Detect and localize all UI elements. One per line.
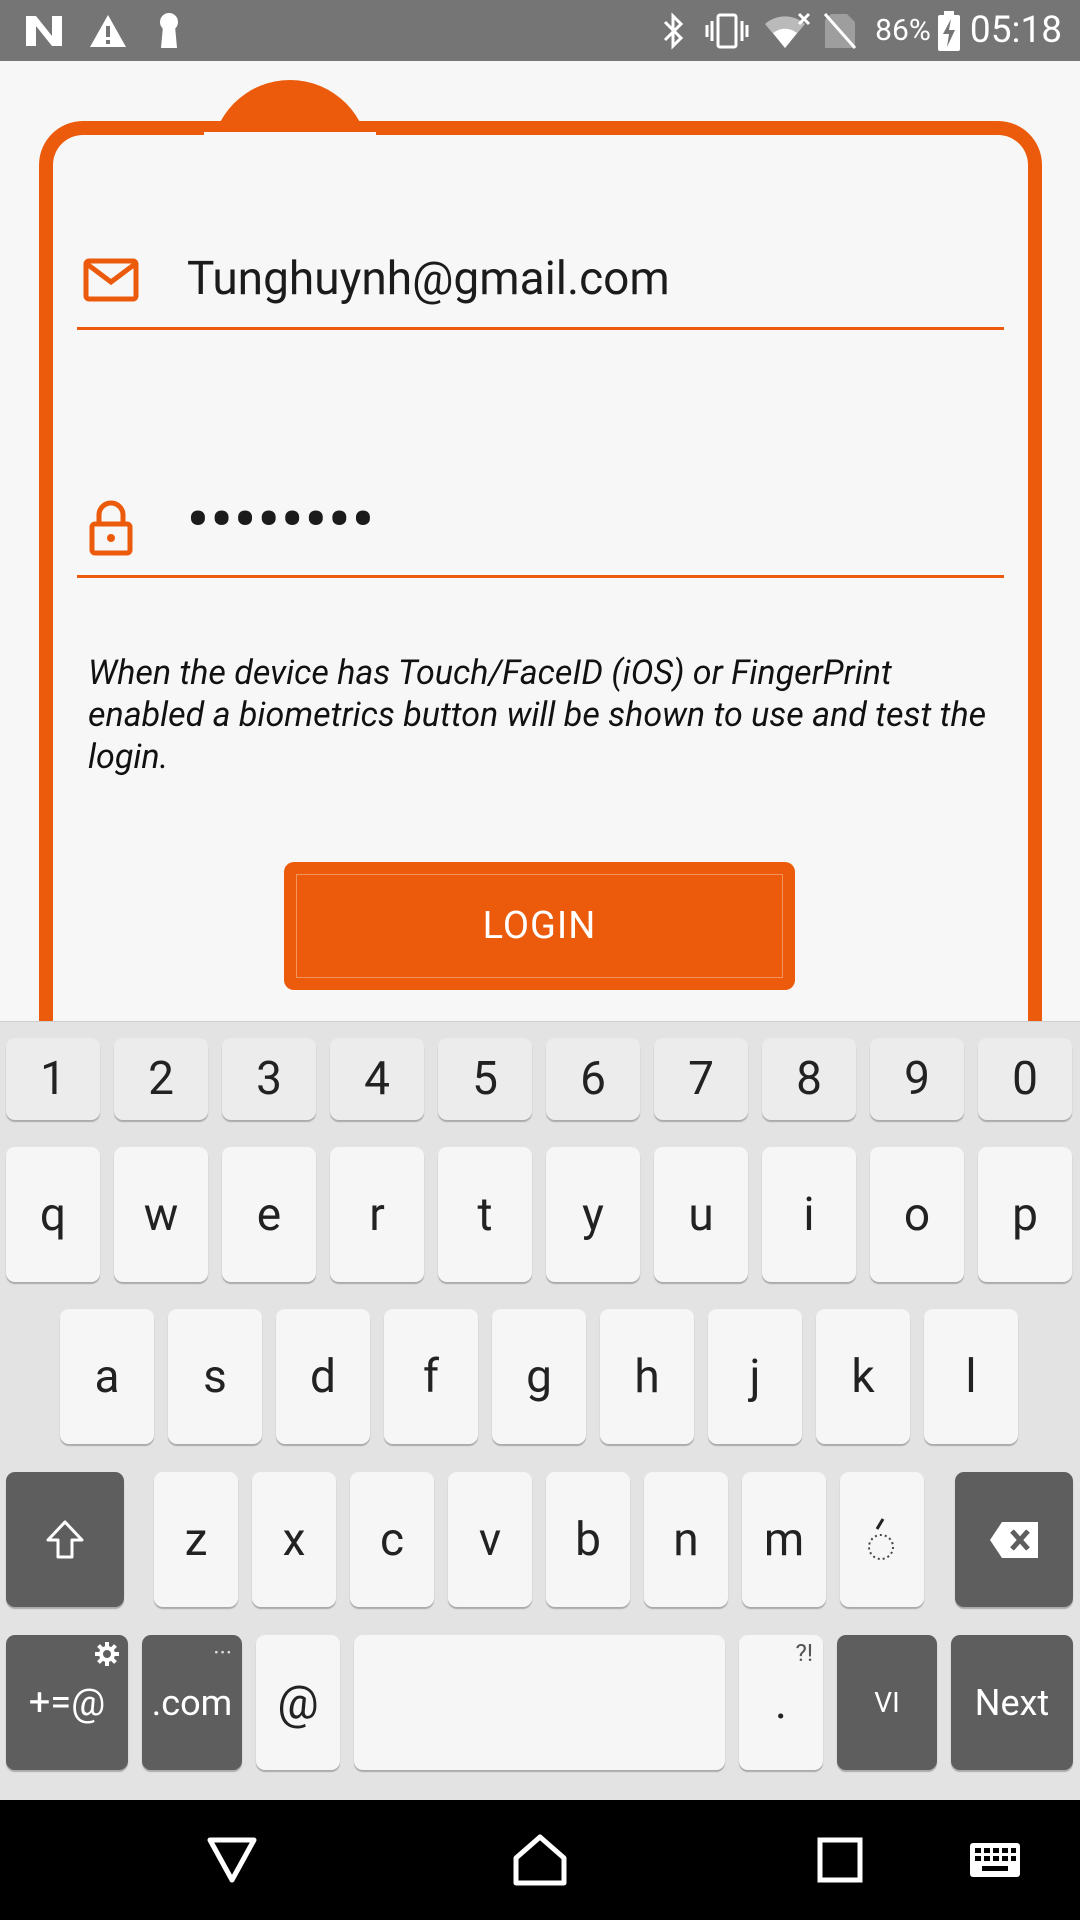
key-4[interactable]: 4 — [330, 1038, 424, 1120]
key-9[interactable]: 9 — [870, 1038, 964, 1120]
biometrics-hint: When the device has Touch/FaceID (iOS) o… — [88, 653, 987, 777]
clock: 05:18 — [969, 9, 1063, 52]
key-r[interactable]: r — [330, 1147, 424, 1282]
key-u[interactable]: u — [654, 1147, 748, 1282]
next-key[interactable]: Next — [951, 1635, 1073, 1770]
key-x[interactable]: x — [252, 1472, 336, 1607]
key-z[interactable]: z — [154, 1472, 238, 1607]
no-sim-icon — [822, 0, 858, 61]
password-value[interactable]: •••••••• — [187, 484, 376, 555]
recents-button[interactable] — [800, 1800, 880, 1920]
key-b[interactable]: b — [546, 1472, 630, 1607]
key-s[interactable]: s — [168, 1309, 262, 1444]
symbols-key[interactable]: +=@ — [6, 1635, 128, 1770]
backspace-key[interactable] — [955, 1472, 1073, 1607]
key-7[interactable]: 7 — [654, 1038, 748, 1120]
key-2[interactable]: 2 — [114, 1038, 208, 1120]
keyboard-switch-button[interactable] — [955, 1800, 1035, 1920]
key-acute-accent[interactable] — [840, 1472, 924, 1607]
key-c[interactable]: c — [350, 1472, 434, 1607]
soft-keyboard: 1 2 3 4 5 6 7 8 9 0 q w e r t y u i o p … — [0, 1021, 1080, 1800]
language-label: VI — [874, 1686, 900, 1719]
key-v[interactable]: v — [448, 1472, 532, 1607]
key-e[interactable]: e — [222, 1147, 316, 1282]
key-5[interactable]: 5 — [438, 1038, 532, 1120]
key-w[interactable]: w — [114, 1147, 208, 1282]
login-button-inner-border — [296, 874, 783, 978]
email-value[interactable]: Tunghuynh@gmail.com — [187, 252, 670, 306]
period-key[interactable]: ?! . — [739, 1635, 823, 1770]
key-0[interactable]: 0 — [978, 1038, 1072, 1120]
spacebar[interactable] — [354, 1635, 725, 1770]
dotcom-label: .com — [151, 1681, 233, 1724]
key-y[interactable]: y — [546, 1147, 640, 1282]
period-label: . — [774, 1675, 788, 1730]
next-label: Next — [974, 1681, 1050, 1724]
key-f[interactable]: f — [384, 1309, 478, 1444]
key-t[interactable]: t — [438, 1147, 532, 1282]
key-3[interactable]: 3 — [222, 1038, 316, 1120]
dotcom-hint: ··· — [213, 1639, 232, 1667]
key-q[interactable]: q — [6, 1147, 100, 1282]
shift-key[interactable] — [6, 1472, 124, 1607]
n-notification-icon — [22, 0, 66, 61]
key-a[interactable]: a — [60, 1309, 154, 1444]
keyboard-icon — [970, 1843, 1020, 1877]
key-d[interactable]: d — [276, 1309, 370, 1444]
acute-accent-glyph — [868, 1517, 894, 1560]
key-g[interactable]: g — [492, 1309, 586, 1444]
shift-icon — [46, 1520, 84, 1558]
at-key[interactable]: @ — [256, 1635, 340, 1770]
at-label: @ — [277, 1675, 319, 1730]
bluetooth-icon — [656, 0, 692, 61]
wifi-icon — [762, 0, 812, 61]
symbols-label: +=@ — [28, 1680, 106, 1725]
navigation-bar — [0, 1800, 1080, 1920]
key-j[interactable]: j — [708, 1309, 802, 1444]
dotcom-key[interactable]: ··· .com — [142, 1635, 242, 1770]
key-i[interactable]: i — [762, 1147, 856, 1282]
lock-icon — [81, 498, 141, 558]
period-hint: ?! — [795, 1639, 813, 1667]
battery-charging-icon — [936, 0, 962, 61]
key-p[interactable]: p — [978, 1147, 1072, 1282]
key-o[interactable]: o — [870, 1147, 964, 1282]
back-icon — [207, 1837, 257, 1883]
key-8[interactable]: 8 — [762, 1038, 856, 1120]
battery-percent: 86% — [875, 13, 931, 48]
key-1[interactable]: 1 — [6, 1038, 100, 1120]
key-m[interactable]: m — [742, 1472, 826, 1607]
email-field[interactable]: Tunghuynh@gmail.com — [77, 226, 1004, 330]
key-l[interactable]: l — [924, 1309, 1018, 1444]
recents-icon — [817, 1837, 863, 1883]
card-tab-gap — [204, 132, 376, 146]
status-bar: 86% 05:18 — [0, 0, 1080, 61]
password-field[interactable]: •••••••• — [77, 474, 1004, 578]
key-6[interactable]: 6 — [546, 1038, 640, 1120]
language-key[interactable]: VI — [837, 1635, 937, 1770]
home-icon — [513, 1834, 567, 1886]
back-button[interactable] — [190, 1800, 274, 1920]
key-h[interactable]: h — [600, 1309, 694, 1444]
login-screen: 86% 05:18 Tunghuynh@gmail.com •••••••• W… — [0, 0, 1080, 1920]
keyhole-icon — [152, 0, 186, 61]
key-n[interactable]: n — [644, 1472, 728, 1607]
login-button[interactable]: LOGIN — [284, 862, 795, 990]
home-button[interactable] — [497, 1800, 583, 1920]
key-k[interactable]: k — [816, 1309, 910, 1444]
backspace-icon — [990, 1521, 1038, 1558]
settings-gear-icon — [95, 1642, 119, 1666]
warning-icon — [86, 0, 130, 61]
vibrate-icon — [702, 0, 752, 61]
mail-icon — [81, 250, 141, 310]
